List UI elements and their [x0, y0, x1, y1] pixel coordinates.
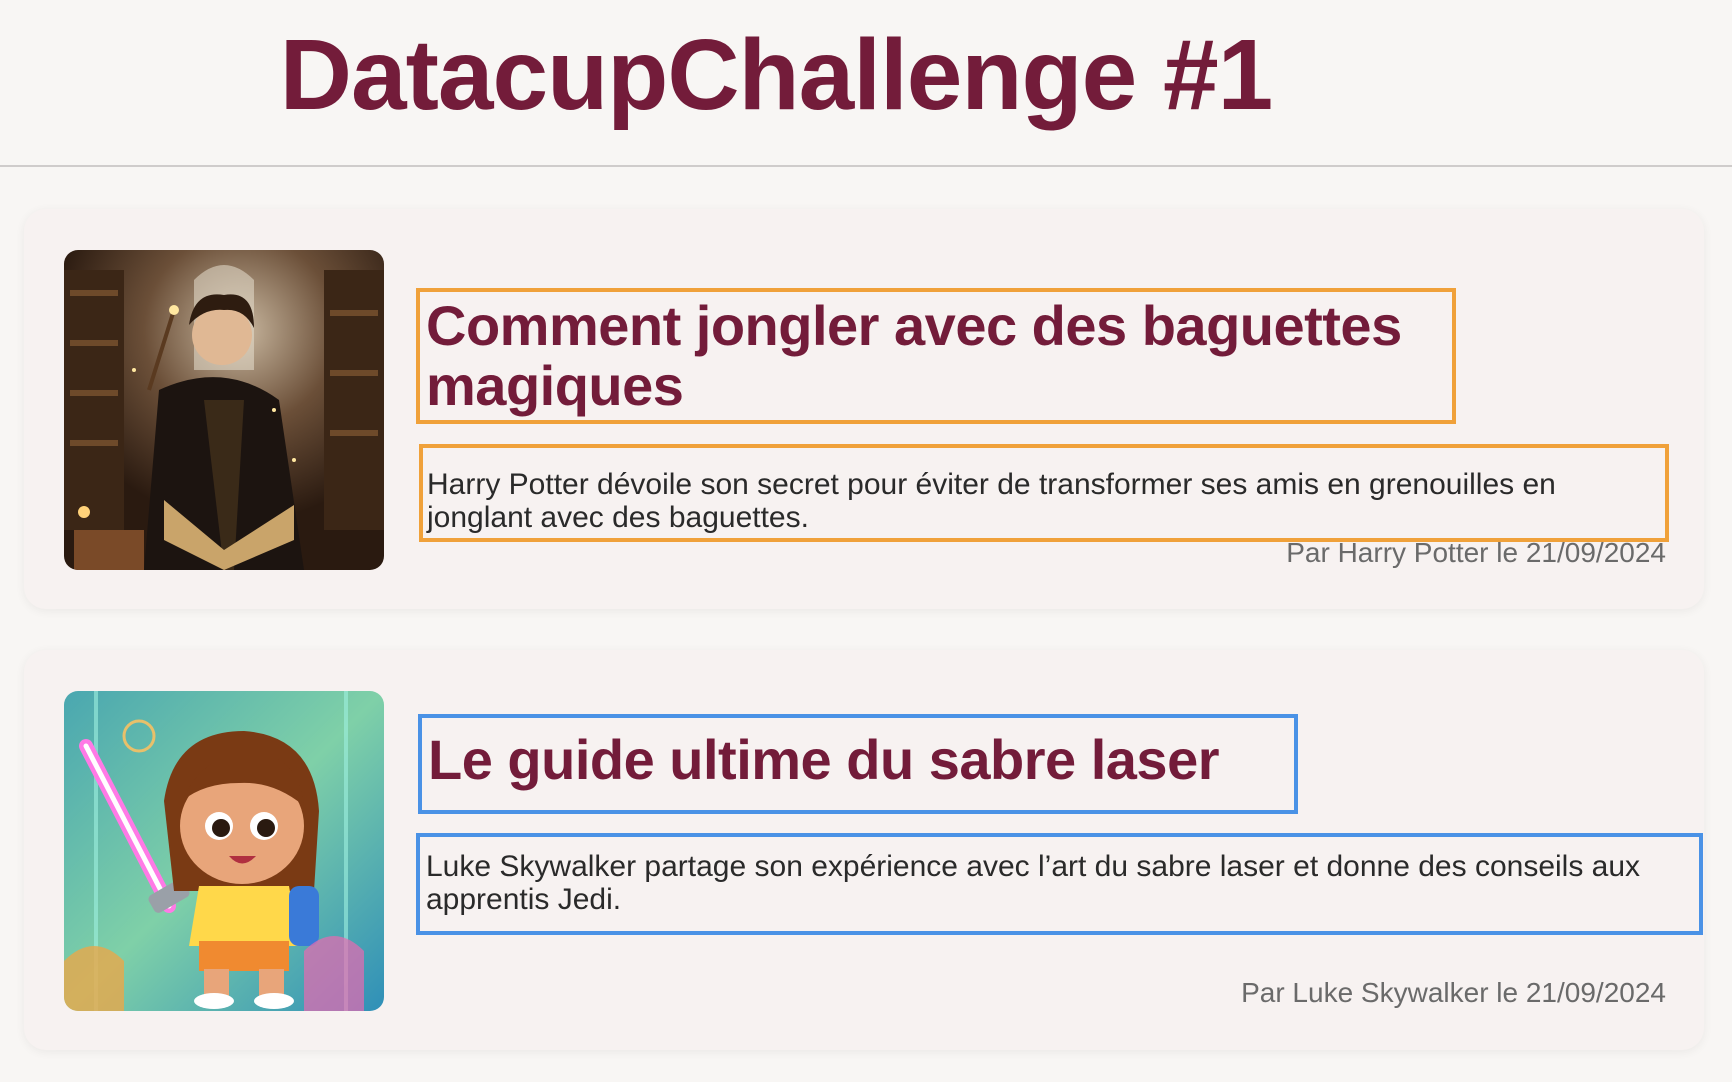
- article-thumbnail[interactable]: [64, 691, 384, 1011]
- article-byline: Par Harry Potter le 21/09/2024: [1286, 537, 1666, 568]
- site-title-text: DatacupChallenge #1: [279, 19, 1273, 131]
- article-card[interactable]: Le guide ultime du sabre laser Luke Skyw…: [24, 650, 1704, 1050]
- article-title[interactable]: Comment jongler avec des baguettes magiq…: [426, 296, 1452, 416]
- article-title-highlight: Le guide ultime du sabre laser: [418, 714, 1298, 814]
- article-description: Harry Potter dévoile son secret pour évi…: [427, 468, 1556, 534]
- cartoon-girl-lightsaber-illustration: [64, 691, 384, 1011]
- article-title-highlight: Comment jongler avec des baguettes magiq…: [416, 288, 1456, 424]
- article-description: Luke Skywalker partage son expérience av…: [426, 850, 1641, 916]
- article-description-highlight: Harry Potter dévoile son secret pour évi…: [419, 444, 1669, 542]
- article-thumbnail[interactable]: [64, 250, 384, 570]
- site-header: DatacupChallenge #1: [0, 0, 1732, 167]
- wizard-boy-illustration: [64, 250, 384, 570]
- article-description-highlight: Luke Skywalker partage son expérience av…: [416, 833, 1703, 935]
- article-card[interactable]: Comment jongler avec des baguettes magiq…: [24, 209, 1704, 609]
- site-title: DatacupChallenge #1: [0, 18, 1732, 133]
- article-byline: Par Luke Skywalker le 21/09/2024: [1241, 977, 1666, 1008]
- article-title[interactable]: Le guide ultime du sabre laser: [428, 730, 1294, 790]
